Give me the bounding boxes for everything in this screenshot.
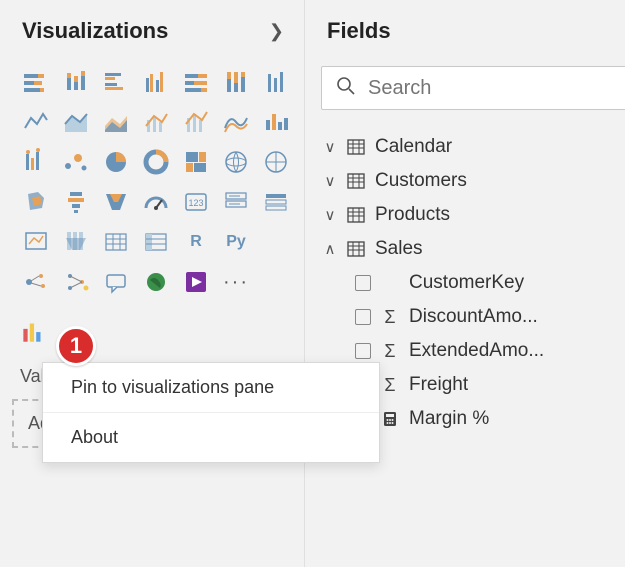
collapse-viz-icon[interactable]: ❯ xyxy=(269,21,284,42)
kpi-icon[interactable]: 123 xyxy=(178,184,214,220)
funnel-chart-icon[interactable] xyxy=(258,104,294,140)
chevron-down-icon: ∨ xyxy=(323,206,337,224)
visualizations-gallery: 123 R Py ··· xyxy=(0,60,304,306)
fields-pane: Fields ❯ ∨ Calendar ∨ Customers ∨ Produc… xyxy=(305,0,625,567)
context-menu: Pin to visualizations pane About xyxy=(42,362,380,463)
custom-visual-row xyxy=(0,306,304,356)
chevron-down-icon: ∨ xyxy=(323,138,337,156)
table-sales[interactable]: ∧ Sales xyxy=(319,232,625,266)
azure-map-icon[interactable] xyxy=(258,144,294,180)
checkbox[interactable] xyxy=(355,343,371,359)
fields-header: Fields ❯ xyxy=(305,0,625,60)
shape-map-icon[interactable] xyxy=(18,184,54,220)
table-products[interactable]: ∨ Products xyxy=(319,198,625,232)
matrix-icon[interactable] xyxy=(18,224,54,260)
table-icon xyxy=(347,138,365,156)
stacked-area-chart-icon[interactable] xyxy=(58,104,94,140)
visualizations-header: Visualizations ❯ xyxy=(0,0,304,60)
table-label: Customers xyxy=(375,170,467,192)
table-label: Calendar xyxy=(375,136,452,158)
table-icon xyxy=(347,172,365,190)
table-customers[interactable]: ∨ Customers xyxy=(319,164,625,198)
matrix-visual-icon[interactable] xyxy=(98,224,134,260)
field-label: Freight xyxy=(409,374,468,396)
field-discountamo[interactable]: Σ DiscountAmo... xyxy=(353,300,625,334)
visualizations-pane: Visualizations ❯ 123 xyxy=(0,0,305,567)
r-visual-icon[interactable]: R xyxy=(178,224,214,260)
stacked-bar-chart-icon[interactable] xyxy=(18,64,54,100)
table-calendar[interactable]: ∨ Calendar xyxy=(319,130,625,164)
hundred-stacked-column-chart-icon[interactable] xyxy=(218,64,254,100)
arcgis-maps-icon[interactable] xyxy=(138,264,174,300)
sigma-icon: Σ xyxy=(381,375,399,396)
power-apps-icon[interactable] xyxy=(178,264,214,300)
chevron-down-icon: ∨ xyxy=(323,172,337,190)
clustered-bar-chart-icon[interactable] xyxy=(98,64,134,100)
pie-chart-icon[interactable] xyxy=(58,144,94,180)
table-visual-icon[interactable] xyxy=(58,224,94,260)
search-container xyxy=(305,60,625,122)
qa-visual-icon[interactable] xyxy=(98,264,134,300)
search-input[interactable] xyxy=(368,77,625,100)
field-label: Margin % xyxy=(409,408,489,430)
table-label: Sales xyxy=(375,238,423,260)
context-about[interactable]: About xyxy=(43,413,379,462)
svg-text:123: 123 xyxy=(188,198,203,208)
donut-chart-icon[interactable] xyxy=(98,144,134,180)
clustered-column-chart-icon[interactable] xyxy=(138,64,174,100)
python-visual-icon[interactable]: Py xyxy=(218,224,254,260)
table-icon xyxy=(347,240,365,258)
fields-title: Fields xyxy=(327,18,391,44)
callout-badge-1: 1 xyxy=(56,326,96,366)
multi-row-card-icon[interactable] xyxy=(138,184,174,220)
checkbox[interactable] xyxy=(355,309,371,325)
line-clustered-column-icon[interactable] xyxy=(138,104,174,140)
card-icon[interactable] xyxy=(98,184,134,220)
data-table-icon[interactable] xyxy=(138,224,174,260)
filled-map-icon[interactable] xyxy=(218,144,254,180)
ribbon-chart-icon[interactable] xyxy=(178,104,214,140)
field-freight[interactable]: Σ Freight xyxy=(353,368,625,402)
map-icon[interactable] xyxy=(178,144,214,180)
treemap-icon[interactable] xyxy=(138,144,174,180)
field-label: CustomerKey xyxy=(409,272,524,294)
field-label: ExtendedAmo... xyxy=(409,340,544,362)
table-icon xyxy=(347,206,365,224)
line-stacked-column-icon[interactable] xyxy=(98,104,134,140)
more-visuals-button[interactable]: ··· xyxy=(218,264,254,300)
field-label: DiscountAmo... xyxy=(409,306,538,328)
stacked-column-chart-icon[interactable] xyxy=(58,64,94,100)
line-chart-icon[interactable] xyxy=(258,64,294,100)
slicer-icon[interactable] xyxy=(218,184,254,220)
sigma-icon: Σ xyxy=(381,341,399,362)
calculator-icon xyxy=(381,411,399,427)
checkbox[interactable] xyxy=(355,275,371,291)
table-icon[interactable] xyxy=(258,184,294,220)
field-customerkey[interactable]: CustomerKey xyxy=(353,266,625,300)
search-box[interactable] xyxy=(321,66,625,110)
search-icon xyxy=(336,76,356,101)
key-influencers-icon[interactable] xyxy=(18,264,54,300)
custom-visual-icon[interactable] xyxy=(18,316,48,346)
area-chart-icon[interactable] xyxy=(18,104,54,140)
decomposition-tree-icon[interactable] xyxy=(58,264,94,300)
field-marginpct[interactable]: Margin % xyxy=(353,402,625,436)
field-extendedamo[interactable]: Σ ExtendedAmo... xyxy=(353,334,625,368)
scatter-chart-icon[interactable] xyxy=(18,144,54,180)
chevron-up-icon: ∧ xyxy=(323,240,337,258)
gauge-icon[interactable] xyxy=(58,184,94,220)
waterfall-chart-icon[interactable] xyxy=(218,104,254,140)
visualizations-title: Visualizations xyxy=(22,18,168,44)
table-label: Products xyxy=(375,204,450,226)
sigma-icon: Σ xyxy=(381,307,399,328)
context-pin-to-pane[interactable]: Pin to visualizations pane xyxy=(43,363,379,413)
hundred-stacked-bar-chart-icon[interactable] xyxy=(178,64,214,100)
